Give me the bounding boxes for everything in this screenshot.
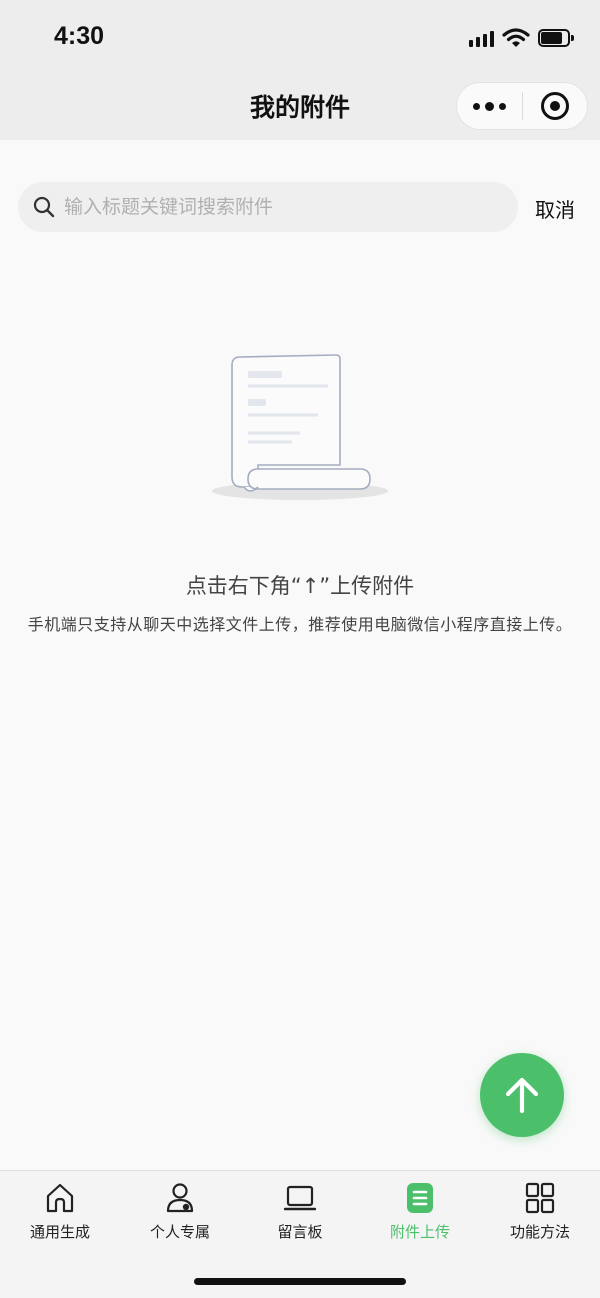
target-circle-icon — [540, 92, 569, 120]
tab-function-methods[interactable]: 功能方法 — [480, 1181, 600, 1251]
tab-label: 留言板 — [277, 1223, 323, 1241]
upload-fab-button[interactable] — [480, 1053, 564, 1137]
signal-icon — [469, 29, 494, 47]
user-icon — [166, 1183, 194, 1213]
home-indicator — [194, 1278, 406, 1285]
tab-attachment-upload[interactable]: 附件上传 — [360, 1181, 480, 1251]
search-bar — [18, 182, 518, 232]
empty-state-title: 点击右下角“↑”上传附件 — [185, 574, 415, 598]
tab-label: 通用生成 — [29, 1223, 90, 1241]
tab-personal-exclusive[interactable]: 个人专属 — [120, 1181, 240, 1251]
battery-icon — [538, 29, 574, 47]
status-time: 4:30 — [54, 22, 105, 50]
more-button[interactable] — [457, 82, 522, 130]
empty-document-illustration — [212, 354, 388, 500]
arrow-up-icon — [505, 1077, 539, 1114]
wifi-icon — [502, 28, 530, 47]
search-input[interactable] — [64, 182, 504, 232]
search-icon — [33, 196, 55, 218]
tab-label: 功能方法 — [509, 1223, 570, 1241]
status-bar: 4:30 — [0, 0, 600, 76]
empty-state-description: 手机端只支持从聊天中选择文件上传，推荐使用电脑微信小程序直接上传。 — [27, 615, 573, 634]
laptop-icon — [284, 1185, 316, 1211]
more-dots-icon — [472, 101, 506, 111]
miniprogram-capsule — [456, 82, 588, 130]
home-icon — [46, 1183, 74, 1213]
tab-label: 个人专属 — [149, 1223, 210, 1241]
close-button[interactable] — [523, 82, 588, 130]
tab-message-board[interactable]: 留言板 — [240, 1181, 360, 1251]
cancel-button[interactable]: 取消 — [528, 193, 582, 223]
status-icons — [469, 26, 574, 50]
tab-general-generate[interactable]: 通用生成 — [0, 1181, 120, 1251]
document-icon — [407, 1183, 433, 1213]
grid-icon — [525, 1182, 555, 1214]
tab-label: 附件上传 — [389, 1223, 450, 1241]
